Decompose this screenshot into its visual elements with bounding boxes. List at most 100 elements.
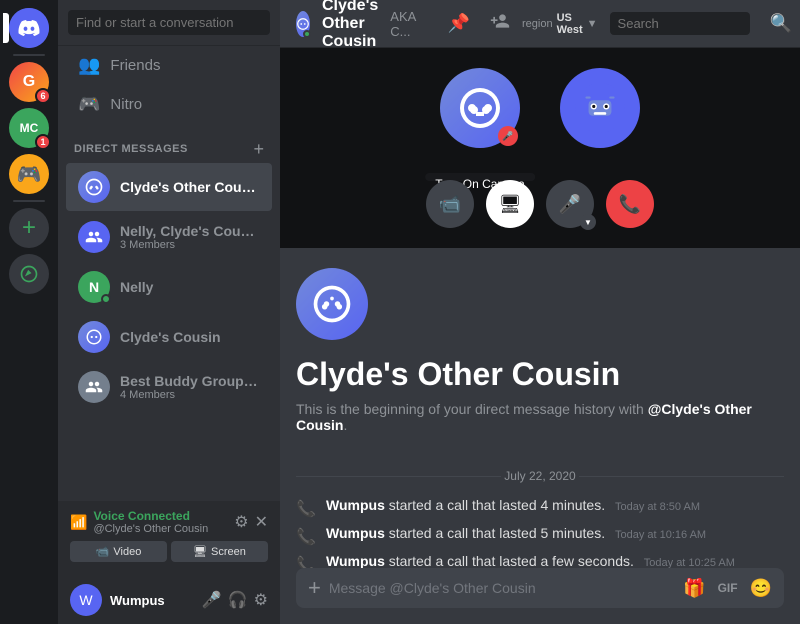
voice-status-label: Voice Connected <box>93 509 208 523</box>
nitro-label: Nitro <box>110 96 142 113</box>
explore-servers-button[interactable] <box>9 254 49 294</box>
call-controls: 📹 🖥 🎤 ▼ 📞 <box>426 180 654 228</box>
mic-caret[interactable]: ▼ <box>580 214 596 230</box>
voice-settings-icon[interactable]: ⚙ <box>234 512 248 532</box>
pin-icon[interactable]: 📌 <box>448 13 470 34</box>
region-value: US West <box>557 12 583 36</box>
screen-button[interactable]: 🖥 Screen <box>171 541 268 562</box>
server-icon-1[interactable]: G 6 <box>9 62 49 102</box>
header-online-dot <box>303 30 311 38</box>
message-text-3: Wumpus started a call that lasted a few … <box>326 553 784 568</box>
call-participant-2 <box>560 68 640 148</box>
home-button[interactable] <box>9 8 49 48</box>
call-participants: 🎤 Turn On Camera <box>440 68 640 148</box>
call-avatar-2 <box>560 68 640 148</box>
dm-item-clyde-other-cousin[interactable]: Clyde's Other Cousin <box>66 163 272 211</box>
date-divider: July 22, 2020 <box>296 469 784 483</box>
message-item-2: 📞 Wumpus started a call that lasted 5 mi… <box>296 523 784 549</box>
welcome-name: Clyde's Other Cousin <box>296 356 784 393</box>
add-attachment-button[interactable]: + <box>308 575 321 601</box>
dm-avatar-best-buddy <box>78 371 110 403</box>
dm-item-best-buddy[interactable]: Best Buddy Group Ever 4 Members <box>66 363 272 411</box>
dm-avatar-clyde-other-cousin <box>78 171 110 203</box>
nav-item-friends[interactable]: 👥 Friends <box>66 47 272 84</box>
search-input[interactable] <box>68 10 270 35</box>
gift-icon[interactable]: 🎁 <box>683 578 705 599</box>
search-bar-area <box>58 0 280 46</box>
video-icon: 📹 <box>96 545 110 558</box>
header-search-input[interactable] <box>610 12 750 35</box>
welcome-desc: This is the beginning of your direct mes… <box>296 401 784 433</box>
header-channel-name: Clyde's Other Cousin <box>322 0 378 51</box>
message-input-area: + 🎁 GIF 😊 <box>280 568 800 624</box>
nav-item-nitro[interactable]: 🎮 Nitro <box>66 86 272 123</box>
dm-info-best-buddy: Best Buddy Group Ever 4 Members <box>120 373 260 401</box>
message-text-2: Wumpus started a call that lasted 5 minu… <box>326 525 784 541</box>
dm-sub-best-buddy: 4 Members <box>120 389 260 401</box>
dm-item-nelly-group[interactable]: Nelly, Clyde's Cousin 3 Members <box>66 213 272 261</box>
mic-muted-badge: 🎤 <box>498 126 518 146</box>
friends-icon: 👥 <box>78 55 100 76</box>
headset-toggle[interactable]: 🎧 <box>228 590 248 610</box>
chat-area: Clyde's Other Cousin This is the beginni… <box>280 248 800 568</box>
call-end-button[interactable]: 📞 <box>606 180 654 228</box>
sidebar-separator <box>13 54 45 56</box>
message-input[interactable] <box>329 568 675 608</box>
message-input-box: + 🎁 GIF 😊 <box>296 568 784 608</box>
voice-disconnect-icon[interactable]: ✕ <box>255 512 268 532</box>
sidebar-spacer <box>58 412 280 501</box>
dm-name-clydes-cousin: Clyde's Cousin <box>120 329 260 345</box>
search-icon[interactable]: 🔍 <box>770 13 792 34</box>
call-icon-2: 📞 <box>296 527 316 547</box>
dm-info-clydes-cousin: Clyde's Cousin <box>120 329 260 345</box>
dm-avatar-clydes-cousin <box>78 321 110 353</box>
user-name: Wumpus <box>110 593 194 608</box>
server-sidebar: G 6 MC 1 🎮 + <box>0 0 58 624</box>
message-text-1: Wumpus started a call that lasted 4 minu… <box>326 497 784 513</box>
region-label: region <box>522 18 553 30</box>
header-channel-avatar <box>296 11 310 37</box>
video-button[interactable]: 📹 📹 Video Video <box>70 541 167 562</box>
add-server-button[interactable]: + <box>9 208 49 248</box>
message-actions: 🎁 GIF 😊 <box>683 578 772 599</box>
voice-channel-name: @Clyde's Other Cousin <box>93 523 208 535</box>
dm-info-nelly-group: Nelly, Clyde's Cousin 3 Members <box>120 223 260 251</box>
dm-info-clyde-other-cousin: Clyde's Other Cousin <box>120 179 260 195</box>
chat-welcome: Clyde's Other Cousin This is the beginni… <box>296 268 784 433</box>
message-item-3: 📞 Wumpus started a call that lasted a fe… <box>296 551 784 568</box>
call-video-btn-group: 📹 <box>426 180 474 228</box>
call-avatar-1: 🎤 <box>440 68 520 148</box>
friends-label: Friends <box>110 57 160 74</box>
dm-info-nelly: Nelly <box>120 279 260 295</box>
settings-button[interactable]: ⚙ <box>254 590 268 610</box>
add-friend-icon[interactable] <box>490 11 510 36</box>
server-icon-2[interactable]: MC 1 <box>9 108 49 148</box>
user-avatar: W <box>70 584 102 616</box>
call-video-button[interactable]: 📹 <box>426 180 474 228</box>
call-participant-1: 🎤 Turn On Camera <box>440 68 520 148</box>
dm-item-clydes-cousin[interactable]: Clyde's Cousin <box>66 313 272 361</box>
dm-section-header: DIRECT MESSAGES + <box>58 124 280 162</box>
server-icon-3[interactable]: 🎮 <box>9 154 49 194</box>
dm-avatar-nelly: N <box>78 271 110 303</box>
region-badge: region US West ▼ <box>522 12 598 36</box>
dm-item-nelly[interactable]: N Nelly <box>66 263 272 311</box>
dm-name-best-buddy: Best Buddy Group Ever <box>120 373 260 389</box>
emoji-button[interactable]: 😊 <box>750 578 772 599</box>
server-badge-1: 6 <box>35 88 51 104</box>
screen-icon: 🖥 <box>193 545 207 558</box>
call-area: 🎤 Turn On Camera <box>280 48 800 248</box>
call-icon-3: 📞 <box>296 555 316 568</box>
welcome-avatar <box>296 268 368 340</box>
voice-right-controls: ⚙ ✕ <box>234 512 268 532</box>
region-chevron[interactable]: ▼ <box>587 18 598 30</box>
dm-name-clyde-other-cousin: Clyde's Other Cousin <box>120 179 260 195</box>
mic-toggle[interactable]: 🎤 <box>202 590 222 610</box>
add-dm-button[interactable]: + <box>253 140 264 158</box>
dm-name-nelly: Nelly <box>120 279 260 295</box>
gif-button[interactable]: GIF <box>714 579 742 597</box>
dm-name-nelly-group: Nelly, Clyde's Cousin <box>120 223 260 239</box>
sidebar-separator-2 <box>13 200 45 202</box>
voice-media-controls: 📹 📹 Video Video 🖥 Screen <box>70 541 268 562</box>
call-screen-button[interactable]: 🖥 <box>486 180 534 228</box>
